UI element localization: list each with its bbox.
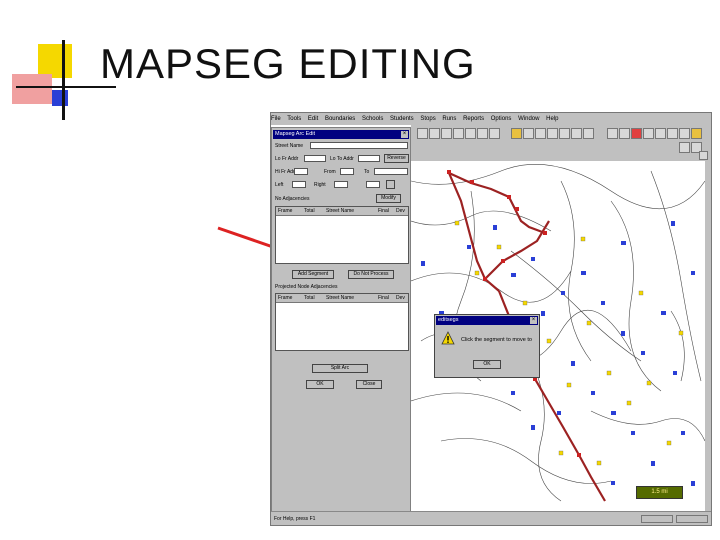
hi-fr-field[interactable] <box>294 168 308 175</box>
toolbar-button[interactable] <box>511 128 522 139</box>
toolbar-button[interactable] <box>429 128 440 139</box>
close-icon[interactable]: × <box>401 131 408 138</box>
modify-button[interactable]: Modify <box>376 194 401 203</box>
dialog-title-bar: Mapseg Arc Edit × <box>273 130 409 139</box>
toolbar-button[interactable] <box>583 128 594 139</box>
right-label: Right <box>314 182 326 188</box>
toolbar-button[interactable] <box>453 128 464 139</box>
ok-button[interactable]: OK <box>306 380 334 389</box>
menu-reports[interactable]: Reports <box>463 116 484 122</box>
left-label: Left <box>275 182 284 188</box>
projected-adjacencies-label: Projected Node Adjacencies <box>275 284 338 290</box>
toolbar-button[interactable] <box>691 128 702 139</box>
lo-to-field[interactable] <box>358 155 380 162</box>
dialog-title: Mapseg Arc Edit <box>275 131 316 137</box>
left-field[interactable] <box>292 181 306 188</box>
alert-title-bar: editsegs × <box>436 316 538 325</box>
app-screenshot: File Tools Edit Boundaries Schools Stude… <box>270 112 712 526</box>
menu-stops[interactable]: Stops <box>420 116 435 122</box>
menu-window[interactable]: Window <box>518 116 539 122</box>
toolbar-button[interactable] <box>679 142 690 153</box>
col-final[interactable]: Final <box>378 207 389 215</box>
toolbar-button[interactable] <box>477 128 488 139</box>
col-total[interactable]: Total <box>304 207 315 215</box>
map-window-close-button[interactable] <box>699 151 708 160</box>
to-field[interactable] <box>374 168 408 175</box>
toolbar-button[interactable] <box>547 128 558 139</box>
lo-to-label: Lo To Addr <box>330 156 354 162</box>
menu-schools[interactable]: Schools <box>362 116 383 122</box>
status-pane <box>641 515 673 523</box>
toolbar-button[interactable] <box>559 128 570 139</box>
map-vertical-scrollbar[interactable] <box>705 161 711 511</box>
col-dev[interactable]: Dev <box>396 294 405 302</box>
toolbar-button[interactable] <box>655 128 666 139</box>
col-total[interactable]: Total <box>304 294 315 302</box>
lo-fr-field[interactable] <box>304 155 326 162</box>
lo-fr-label: Lo Fr Addr <box>275 156 299 162</box>
reverse-button[interactable]: Reverse <box>384 154 409 163</box>
projected-adjacency-list[interactable]: Frame Total Street Name Final Dev <box>275 293 409 351</box>
add-segment-button[interactable]: Add Segment <box>292 270 334 279</box>
col-street-name[interactable]: Street Name <box>326 294 354 302</box>
col-final[interactable]: Final <box>378 294 389 302</box>
alert-message: Click the segment to move to <box>461 337 532 343</box>
split-arc-button[interactable]: Split Arc <box>312 364 368 373</box>
toolbar-button[interactable] <box>679 128 690 139</box>
list-header: Frame Total Street Name Final Dev <box>276 294 408 303</box>
adjacency-list[interactable]: Frame Total Street Name Final Dev <box>275 206 409 264</box>
col-frame[interactable]: Frame <box>278 207 292 215</box>
warning-icon <box>441 331 455 345</box>
edit-segment-alert-dialog: editsegs × Click the segment to move to … <box>434 314 540 378</box>
toolbar-button[interactable] <box>535 128 546 139</box>
toolbar-button[interactable] <box>619 128 630 139</box>
toolbar-button[interactable] <box>441 128 452 139</box>
status-text: For Help, press F1 <box>274 516 316 522</box>
menu-runs[interactable]: Runs <box>442 116 456 122</box>
status-bar: For Help, press F1 <box>271 511 711 525</box>
menu-boundaries[interactable]: Boundaries <box>325 116 355 122</box>
menu-file[interactable]: File <box>271 116 281 122</box>
col-frame[interactable]: Frame <box>278 294 292 302</box>
no-adjacencies-label: No Adjacencies <box>275 196 310 202</box>
menu-edit[interactable]: Edit <box>308 116 318 122</box>
status-pane <box>676 515 708 523</box>
close-button[interactable]: Close <box>356 380 382 389</box>
alert-title: editsegs <box>438 317 459 323</box>
col-dev[interactable]: Dev <box>396 207 405 215</box>
menu-help[interactable]: Help <box>546 116 558 122</box>
menu-options[interactable]: Options <box>491 116 512 122</box>
toolbar-button[interactable] <box>631 128 642 139</box>
col-street-name[interactable]: Street Name <box>326 207 354 215</box>
toolbar-button[interactable] <box>607 128 618 139</box>
list-header: Frame Total Street Name Final Dev <box>276 207 408 216</box>
toolbar-button[interactable] <box>571 128 582 139</box>
toolbar-button[interactable] <box>643 128 654 139</box>
alert-ok-button[interactable]: OK <box>473 360 501 369</box>
street-name-field[interactable] <box>310 142 408 149</box>
to-label: To <box>364 169 370 175</box>
toolbar-button[interactable] <box>523 128 534 139</box>
extra-field[interactable] <box>366 181 380 188</box>
right-field[interactable] <box>334 181 348 188</box>
arc-edit-dialog: Mapseg Arc Edit × Street Name Lo Fr Addr… <box>271 127 411 525</box>
toolbar-button[interactable] <box>465 128 476 139</box>
toolbar-button[interactable] <box>489 128 500 139</box>
stepper-button[interactable] <box>386 180 395 189</box>
do-not-process-button[interactable]: Do Not Process <box>348 270 394 279</box>
from-label: From <box>324 169 336 175</box>
street-name-label: Street Name <box>275 143 304 149</box>
menu-bar: File Tools Edit Boundaries Schools Stude… <box>271 113 711 125</box>
menu-tools[interactable]: Tools <box>287 116 301 122</box>
from-field[interactable] <box>340 168 354 175</box>
menu-students[interactable]: Students <box>390 116 414 122</box>
map-scale-badge: 1.5 mi <box>636 486 683 499</box>
toolbar-button[interactable] <box>417 128 428 139</box>
toolbar-button[interactable] <box>667 128 678 139</box>
close-icon[interactable]: × <box>530 317 537 324</box>
toolbar <box>411 125 711 162</box>
